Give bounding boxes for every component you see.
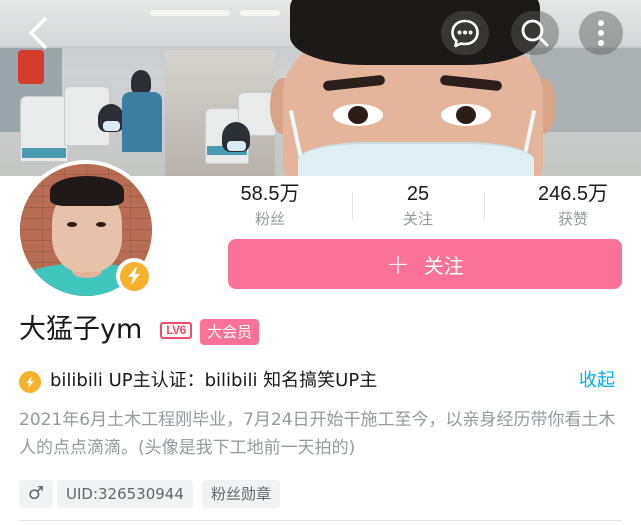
banner-face-eye bbox=[333, 104, 383, 126]
gender-tag: ♂ bbox=[19, 480, 53, 508]
certification-text: bilibili UP主认证：bilibili 知名搞笑UP主 bbox=[50, 370, 378, 391]
ceiling-light bbox=[240, 10, 280, 16]
follow-button-label: 关注 bbox=[423, 253, 464, 278]
message-button[interactable] bbox=[441, 11, 489, 55]
certification-icon bbox=[19, 371, 41, 393]
stat-divider bbox=[352, 192, 353, 220]
avatar-eye bbox=[96, 222, 106, 227]
vip-badge[interactable]: 大会员 bbox=[200, 319, 260, 345]
fan-medal-tag[interactable]: 粉丝勋章 bbox=[202, 480, 281, 508]
bio-text: 2021年6月土木工程刚毕业，7月24日开始干施工至今，以亲身经历带你看土木人的… bbox=[19, 410, 616, 458]
divider bbox=[19, 520, 622, 521]
follow-button[interactable]: + 关注 bbox=[228, 239, 622, 289]
banner-face-eye bbox=[441, 104, 491, 126]
stat-following-label: 关注 bbox=[402, 210, 433, 228]
banner-face-mask bbox=[298, 142, 534, 176]
banner-passenger-mask bbox=[103, 121, 120, 131]
stat-following-value: 25 bbox=[406, 183, 430, 205]
username: 大猛子ym bbox=[19, 314, 143, 345]
back-button[interactable] bbox=[14, 11, 62, 55]
stat-fans-value: 58.5万 bbox=[240, 183, 300, 205]
banner-seat-stripe bbox=[22, 148, 66, 158]
stat-likes-label: 获赞 bbox=[557, 210, 588, 228]
chevron-left-icon bbox=[29, 17, 47, 49]
stat-fans[interactable]: 58.5万 粉丝 bbox=[222, 182, 318, 230]
stat-fans-label: 粉丝 bbox=[254, 210, 285, 228]
collapse-link[interactable]: 收起 bbox=[579, 367, 615, 395]
search-icon bbox=[521, 19, 549, 47]
vertical-dots-icon bbox=[598, 20, 604, 46]
verified-badge bbox=[116, 258, 152, 294]
search-button[interactable] bbox=[511, 11, 559, 55]
chat-bubble-icon bbox=[451, 19, 479, 48]
lightning-icon bbox=[128, 267, 140, 285]
banner-passenger bbox=[131, 70, 151, 94]
avatar-hair bbox=[50, 176, 124, 206]
more-button[interactable] bbox=[579, 11, 623, 55]
banner-face-hair bbox=[290, 0, 540, 65]
stat-following[interactable]: 25 关注 bbox=[370, 182, 466, 230]
lightning-icon bbox=[26, 376, 34, 388]
male-icon: ♂ bbox=[27, 483, 45, 504]
banner-passenger-shirt bbox=[122, 92, 162, 152]
uid-tag[interactable]: UID:326530944 bbox=[57, 480, 193, 508]
avatar-eye bbox=[67, 222, 77, 227]
banner-passenger-mask bbox=[227, 141, 246, 151]
ceiling-light bbox=[150, 10, 230, 16]
stat-divider bbox=[484, 192, 485, 220]
level-badge: LV6 bbox=[160, 322, 192, 339]
stat-likes[interactable]: 246.5万 获赞 bbox=[520, 182, 626, 230]
stat-likes-value: 246.5万 bbox=[537, 183, 609, 205]
banner-red-bag bbox=[18, 50, 44, 84]
plus-icon: + bbox=[386, 247, 410, 280]
